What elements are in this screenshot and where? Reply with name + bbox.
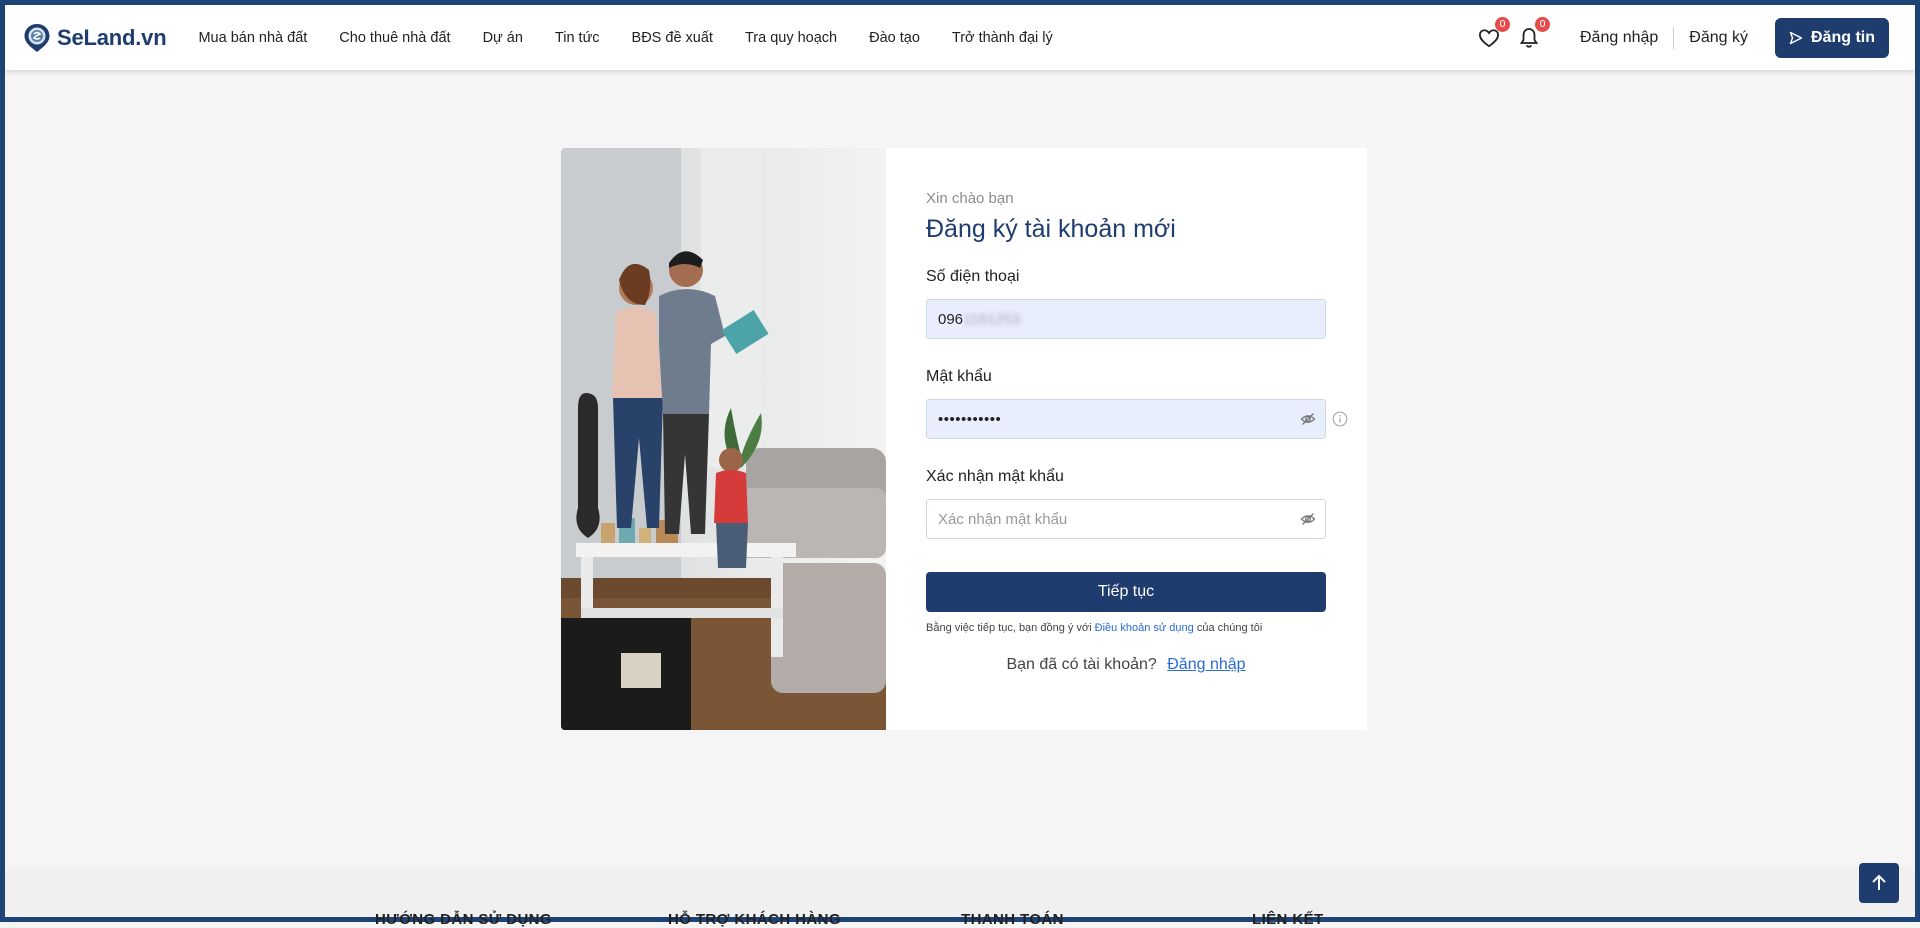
phone-value-prefix: 096 bbox=[938, 310, 964, 328]
favorites-button[interactable]: 0 bbox=[1476, 16, 1510, 51]
continue-button[interactable]: Tiếp tục bbox=[926, 572, 1326, 612]
location-pin-logo-icon bbox=[24, 23, 50, 52]
register-link[interactable]: Đăng ký bbox=[1689, 29, 1748, 47]
nav-item-cho-thue[interactable]: Cho thuê nhà đất bbox=[339, 30, 450, 46]
post-listing-button[interactable]: Đăng tin bbox=[1775, 17, 1889, 58]
arrow-up-icon bbox=[1872, 874, 1886, 890]
nav-item-tra-quy-hoach[interactable]: Tra quy hoạch bbox=[745, 30, 837, 46]
scroll-to-top-button[interactable] bbox=[1859, 863, 1899, 903]
notifications-count-badge: 0 bbox=[1535, 16, 1550, 32]
nav-item-du-an[interactable]: Dự án bbox=[483, 30, 523, 46]
favorites-count-badge: 0 bbox=[1495, 16, 1510, 32]
confirm-password-placeholder: Xác nhận mật khẩu bbox=[938, 510, 1068, 528]
eye-off-icon[interactable] bbox=[1300, 511, 1316, 527]
terms-link[interactable]: Điều khoản sử dụng bbox=[1095, 622, 1194, 634]
illustration bbox=[561, 148, 886, 730]
brand-logo[interactable]: SeLand.vn bbox=[23, 23, 167, 53]
heart-icon bbox=[1478, 28, 1500, 47]
password-input[interactable]: ••••••••••• bbox=[926, 399, 1348, 439]
footer-heading-payment: THANH TOÁN bbox=[961, 911, 1064, 928]
have-account-text: Bạn đã có tài khoản? bbox=[1006, 656, 1157, 673]
nav-item-dao-tao[interactable]: Đào tạo bbox=[869, 30, 920, 46]
notifications-button[interactable]: 0 bbox=[1516, 16, 1550, 51]
footer-heading-links: LIÊN KẾT bbox=[1252, 911, 1324, 928]
password-value: ••••••••••• bbox=[938, 410, 1002, 428]
password-label: Mật khẩu bbox=[926, 368, 992, 385]
info-icon[interactable] bbox=[1332, 411, 1348, 427]
login-link[interactable]: Đăng nhập bbox=[1580, 29, 1658, 47]
header-divider bbox=[1673, 26, 1675, 49]
form-title: Đăng ký tài khoản mới bbox=[926, 215, 1176, 243]
footer: HƯỚNG DẪN SỬ DỤNG HỖ TRỢ KHÁCH HÀNG THAN… bbox=[5, 867, 1915, 928]
family-living-room-photo bbox=[561, 148, 886, 730]
nav-item-mua-ban[interactable]: Mua bán nhà đất bbox=[198, 30, 307, 46]
terms-notice: Bằng việc tiếp tục, bạn đồng ý với Điều … bbox=[926, 622, 1326, 634]
footer-heading-support: HỖ TRỢ KHÁCH HÀNG bbox=[668, 911, 841, 928]
have-account-row: Bạn đã có tài khoản? Đăng nhập bbox=[926, 656, 1326, 674]
bell-icon bbox=[1519, 27, 1539, 48]
nav-item-bds-de-xuat[interactable]: BĐS đề xuất bbox=[632, 30, 713, 46]
register-card: Xin chào bạn Đăng ký tài khoản mới Số đi… bbox=[561, 148, 1367, 730]
footer-heading-guide: HƯỚNG DẪN SỬ DỤNG bbox=[375, 911, 552, 928]
phone-input[interactable]: 096 1161253 bbox=[926, 299, 1326, 339]
greeting-text: Xin chào bạn bbox=[926, 190, 1014, 207]
main-nav: Mua bán nhà đất Cho thuê nhà đất Dự án T… bbox=[198, 30, 1052, 46]
phone-label: Số điện thoại bbox=[926, 268, 1020, 285]
nav-item-dai-ly[interactable]: Trở thành đại lý bbox=[952, 30, 1053, 46]
header-actions: 0 0 Đăng nhập Đăng ký Đăng tin bbox=[1476, 16, 1889, 58]
post-listing-label: Đăng tin bbox=[1811, 28, 1875, 46]
terms-suffix: của chúng tôi bbox=[1196, 622, 1263, 634]
send-icon bbox=[1789, 31, 1803, 44]
phone-value-hidden: 1161253 bbox=[963, 310, 1021, 328]
top-header: SeLand.vn Mua bán nhà đất Cho thuê nhà đ… bbox=[5, 5, 1915, 70]
register-form: Xin chào bạn Đăng ký tài khoản mới Số đi… bbox=[886, 148, 1348, 730]
brand-name: SeLand.vn bbox=[57, 24, 167, 50]
form-login-link[interactable]: Đăng nhập bbox=[1167, 656, 1245, 673]
nav-item-tin-tuc[interactable]: Tin tức bbox=[555, 30, 600, 46]
terms-prefix: Bằng việc tiếp tục, bạn đồng ý với bbox=[926, 622, 1092, 634]
confirm-password-input[interactable]: Xác nhận mật khẩu bbox=[926, 499, 1326, 539]
eye-off-icon[interactable] bbox=[1300, 411, 1316, 427]
confirm-password-label: Xác nhận mật khẩu bbox=[926, 468, 1064, 485]
